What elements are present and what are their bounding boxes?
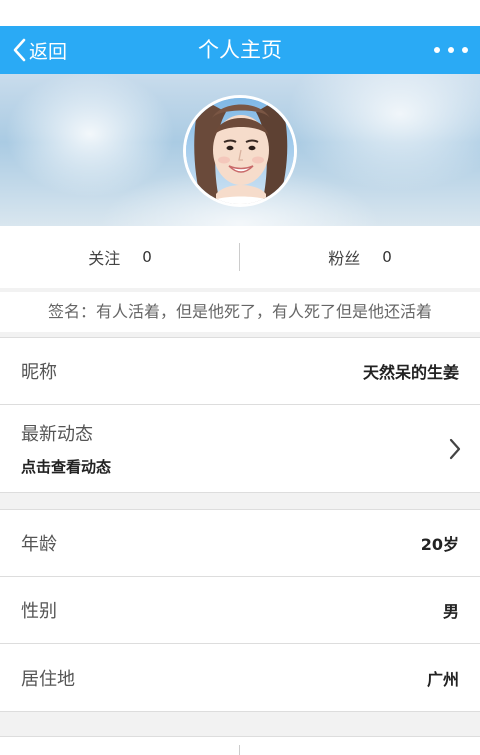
fans-count: 0 — [382, 248, 392, 266]
age-value: 20岁 — [420, 535, 459, 554]
page-title: 个人主页 — [198, 38, 282, 62]
moments-hint: 点击查看动态 — [21, 458, 112, 476]
nickname-label: 昵称 — [21, 362, 57, 383]
chevron-right-icon — [449, 438, 461, 459]
follow-stats-bar: 关注 0 粉丝 0 — [0, 226, 480, 288]
age-label: 年龄 — [21, 534, 57, 555]
nickname-row: 昵称 天然呆的生姜 — [0, 338, 480, 405]
moments-label: 最新动态 — [21, 424, 93, 445]
gender-value: 男 — [442, 602, 459, 621]
location-label: 居住地 — [21, 668, 75, 690]
following-label: 关注 — [88, 249, 121, 268]
gender-row: 性别 男 — [0, 577, 480, 644]
profile-info-card: 昵称 天然呆的生姜 最新动态 点击查看动态 — [0, 337, 480, 493]
location-row: 居住地 广州 — [0, 644, 480, 711]
signature-text: 签名：有人活着，但是他死了，有人死了但是他还活着 — [0, 292, 480, 332]
following-count: 0 — [142, 248, 152, 266]
avatar-photo — [186, 98, 294, 204]
location-value: 广州 — [426, 669, 459, 689]
moments-text: 最新动态 点击查看动态 — [21, 420, 111, 477]
profile-banner — [0, 74, 480, 226]
status-bar — [0, 0, 480, 26]
fans-stat[interactable]: 粉丝 0 — [240, 226, 480, 288]
gender-label: 性别 — [21, 601, 57, 622]
more-dot — [462, 47, 468, 53]
moments-row[interactable]: 最新动态 点击查看动态 — [0, 405, 480, 492]
more-dot — [434, 47, 440, 53]
more-dot — [448, 47, 454, 53]
chevron-left-icon — [13, 38, 26, 62]
more-dots-icon[interactable] — [434, 38, 468, 62]
top-nav-bar: 返回 个人主页 — [0, 26, 480, 74]
avatar[interactable] — [183, 95, 297, 207]
bottom-action-bar — [0, 736, 480, 755]
back-button[interactable]: 返回 — [12, 26, 67, 74]
following-stat[interactable]: 关注 0 — [0, 226, 240, 288]
bottom-divider — [239, 745, 240, 755]
back-label: 返回 — [29, 40, 68, 63]
age-row: 年龄 20岁 — [0, 510, 480, 577]
personal-details-card: 年龄 20岁 性别 男 居住地 广州 — [0, 509, 480, 712]
nickname-value: 天然呆的生姜 — [362, 363, 459, 382]
fans-label: 粉丝 — [328, 249, 361, 268]
